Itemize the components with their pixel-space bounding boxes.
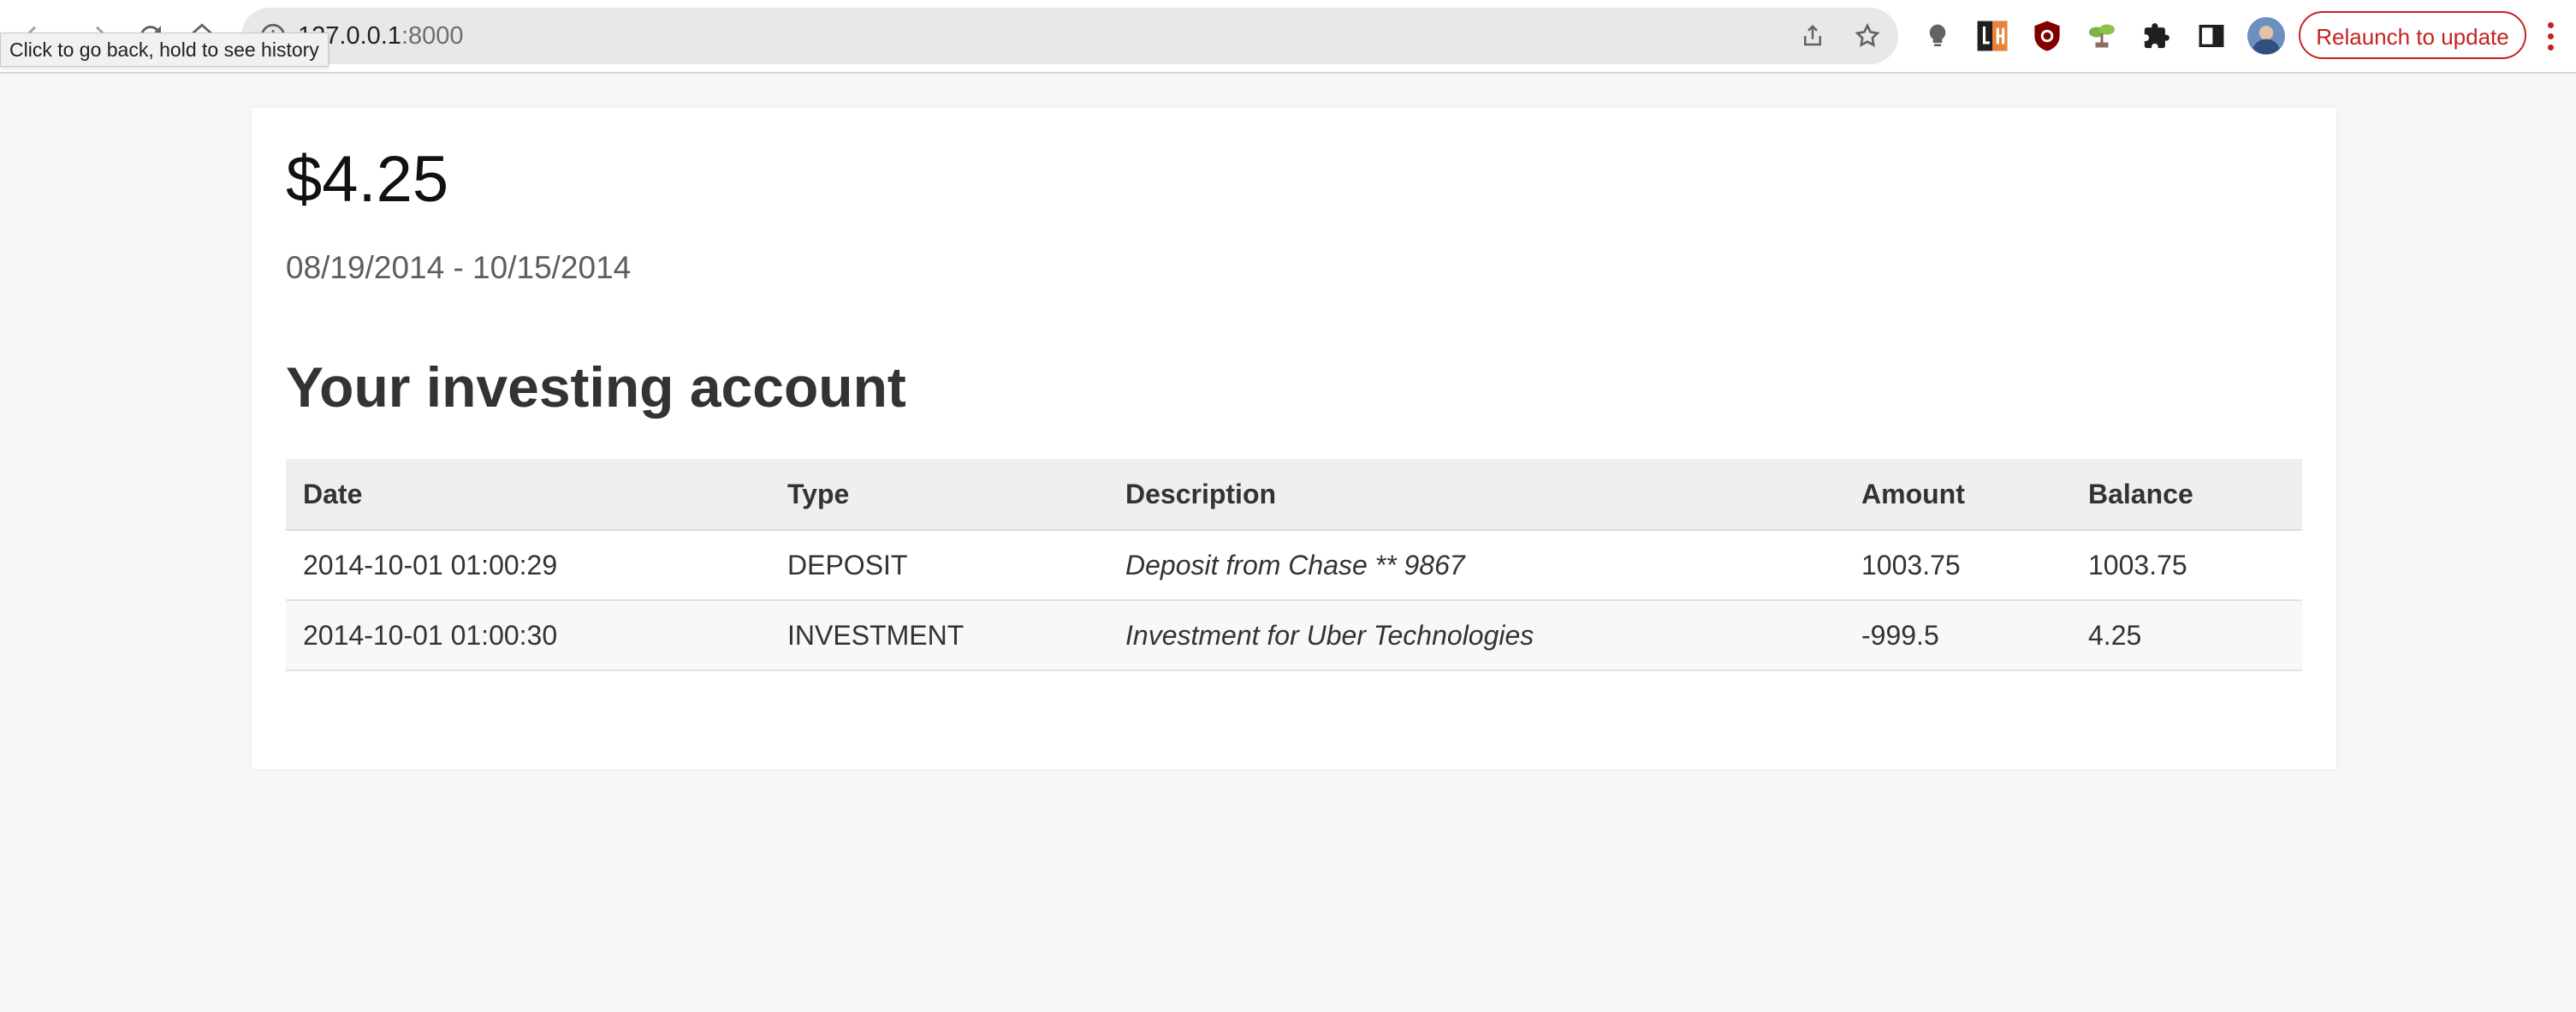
- lightbulb-extension[interactable]: [1919, 17, 1956, 55]
- side-panel-icon: [2199, 24, 2224, 48]
- table-row: 2014-10-01 01:00:30 INVESTMENT Investmen…: [286, 600, 2302, 671]
- kebab-dot: [2547, 21, 2554, 28]
- cell-description: Deposit from Chase ** 9867: [1108, 530, 1844, 601]
- cell-type: INVESTMENT: [770, 600, 1108, 671]
- cell-date: 2014-10-01 01:00:29: [286, 530, 770, 601]
- cell-amount: 1003.75: [1844, 530, 2071, 601]
- column-header-amount: Amount: [1844, 459, 2071, 531]
- kebab-dot: [2547, 44, 2554, 51]
- lh-icon: [1977, 21, 2008, 51]
- cell-description: Investment for Uber Technologies: [1108, 600, 1844, 671]
- table-row: 2014-10-01 01:00:29 DEPOSIT Deposit from…: [286, 530, 2302, 601]
- address-bar[interactable]: 127.0.0.1:8000: [241, 8, 1898, 64]
- column-header-type: Type: [770, 459, 1108, 531]
- puzzle-icon: [2144, 23, 2169, 49]
- profile-avatar: [2247, 17, 2285, 55]
- statement-date-range: 08/19/2014 - 10/15/2014: [286, 250, 632, 285]
- bookmark-button[interactable]: [1850, 19, 1885, 53]
- table-header-row: Date Type Description Amount Balance: [286, 459, 2302, 531]
- lh-extension[interactable]: [1974, 17, 2011, 55]
- cell-date: 2014-10-01 01:00:30: [286, 600, 770, 671]
- lightbulb-icon: [1929, 24, 1946, 46]
- share-icon: [1804, 24, 1821, 46]
- ublock-extension[interactable]: [2028, 17, 2066, 55]
- cell-type: DEPOSIT: [770, 530, 1108, 601]
- side-panel-button[interactable]: [2193, 17, 2230, 55]
- profile-button[interactable]: [2247, 17, 2285, 55]
- column-header-balance: Balance: [2071, 459, 2302, 531]
- transactions-table: Date Type Description Amount Balance 201…: [286, 459, 2302, 671]
- kebab-dot: [2547, 33, 2554, 39]
- column-header-date: Date: [286, 459, 770, 531]
- share-button[interactable]: [1795, 19, 1830, 53]
- account-card: $4.25 08/19/2014 - 10/15/2014 Your inves…: [252, 108, 2336, 769]
- cell-balance: 4.25: [2071, 600, 2302, 671]
- account-balance: $4.25: [286, 143, 449, 216]
- ublock-icon: [2034, 21, 2060, 51]
- back-button-tooltip: Click to go back, hold to see history: [0, 33, 329, 67]
- page-title: Your investing account: [286, 355, 906, 419]
- cell-balance: 1003.75: [2071, 530, 2302, 601]
- address-port: :8000: [401, 22, 464, 50]
- extensions-button[interactable]: [2138, 17, 2175, 55]
- browser-menu-button[interactable]: [2533, 15, 2567, 57]
- star-icon: [1855, 22, 1880, 47]
- cell-amount: -999.5: [1844, 600, 2071, 671]
- browser-toolbar: 127.0.0.1:8000 Relaunch to update Click …: [0, 0, 2576, 74]
- bonsai-icon: [2089, 24, 2115, 48]
- relaunch-to-update-button[interactable]: Relaunch to update: [2299, 11, 2526, 59]
- bonsai-extension[interactable]: [2083, 17, 2121, 55]
- column-header-description: Description: [1108, 459, 1844, 531]
